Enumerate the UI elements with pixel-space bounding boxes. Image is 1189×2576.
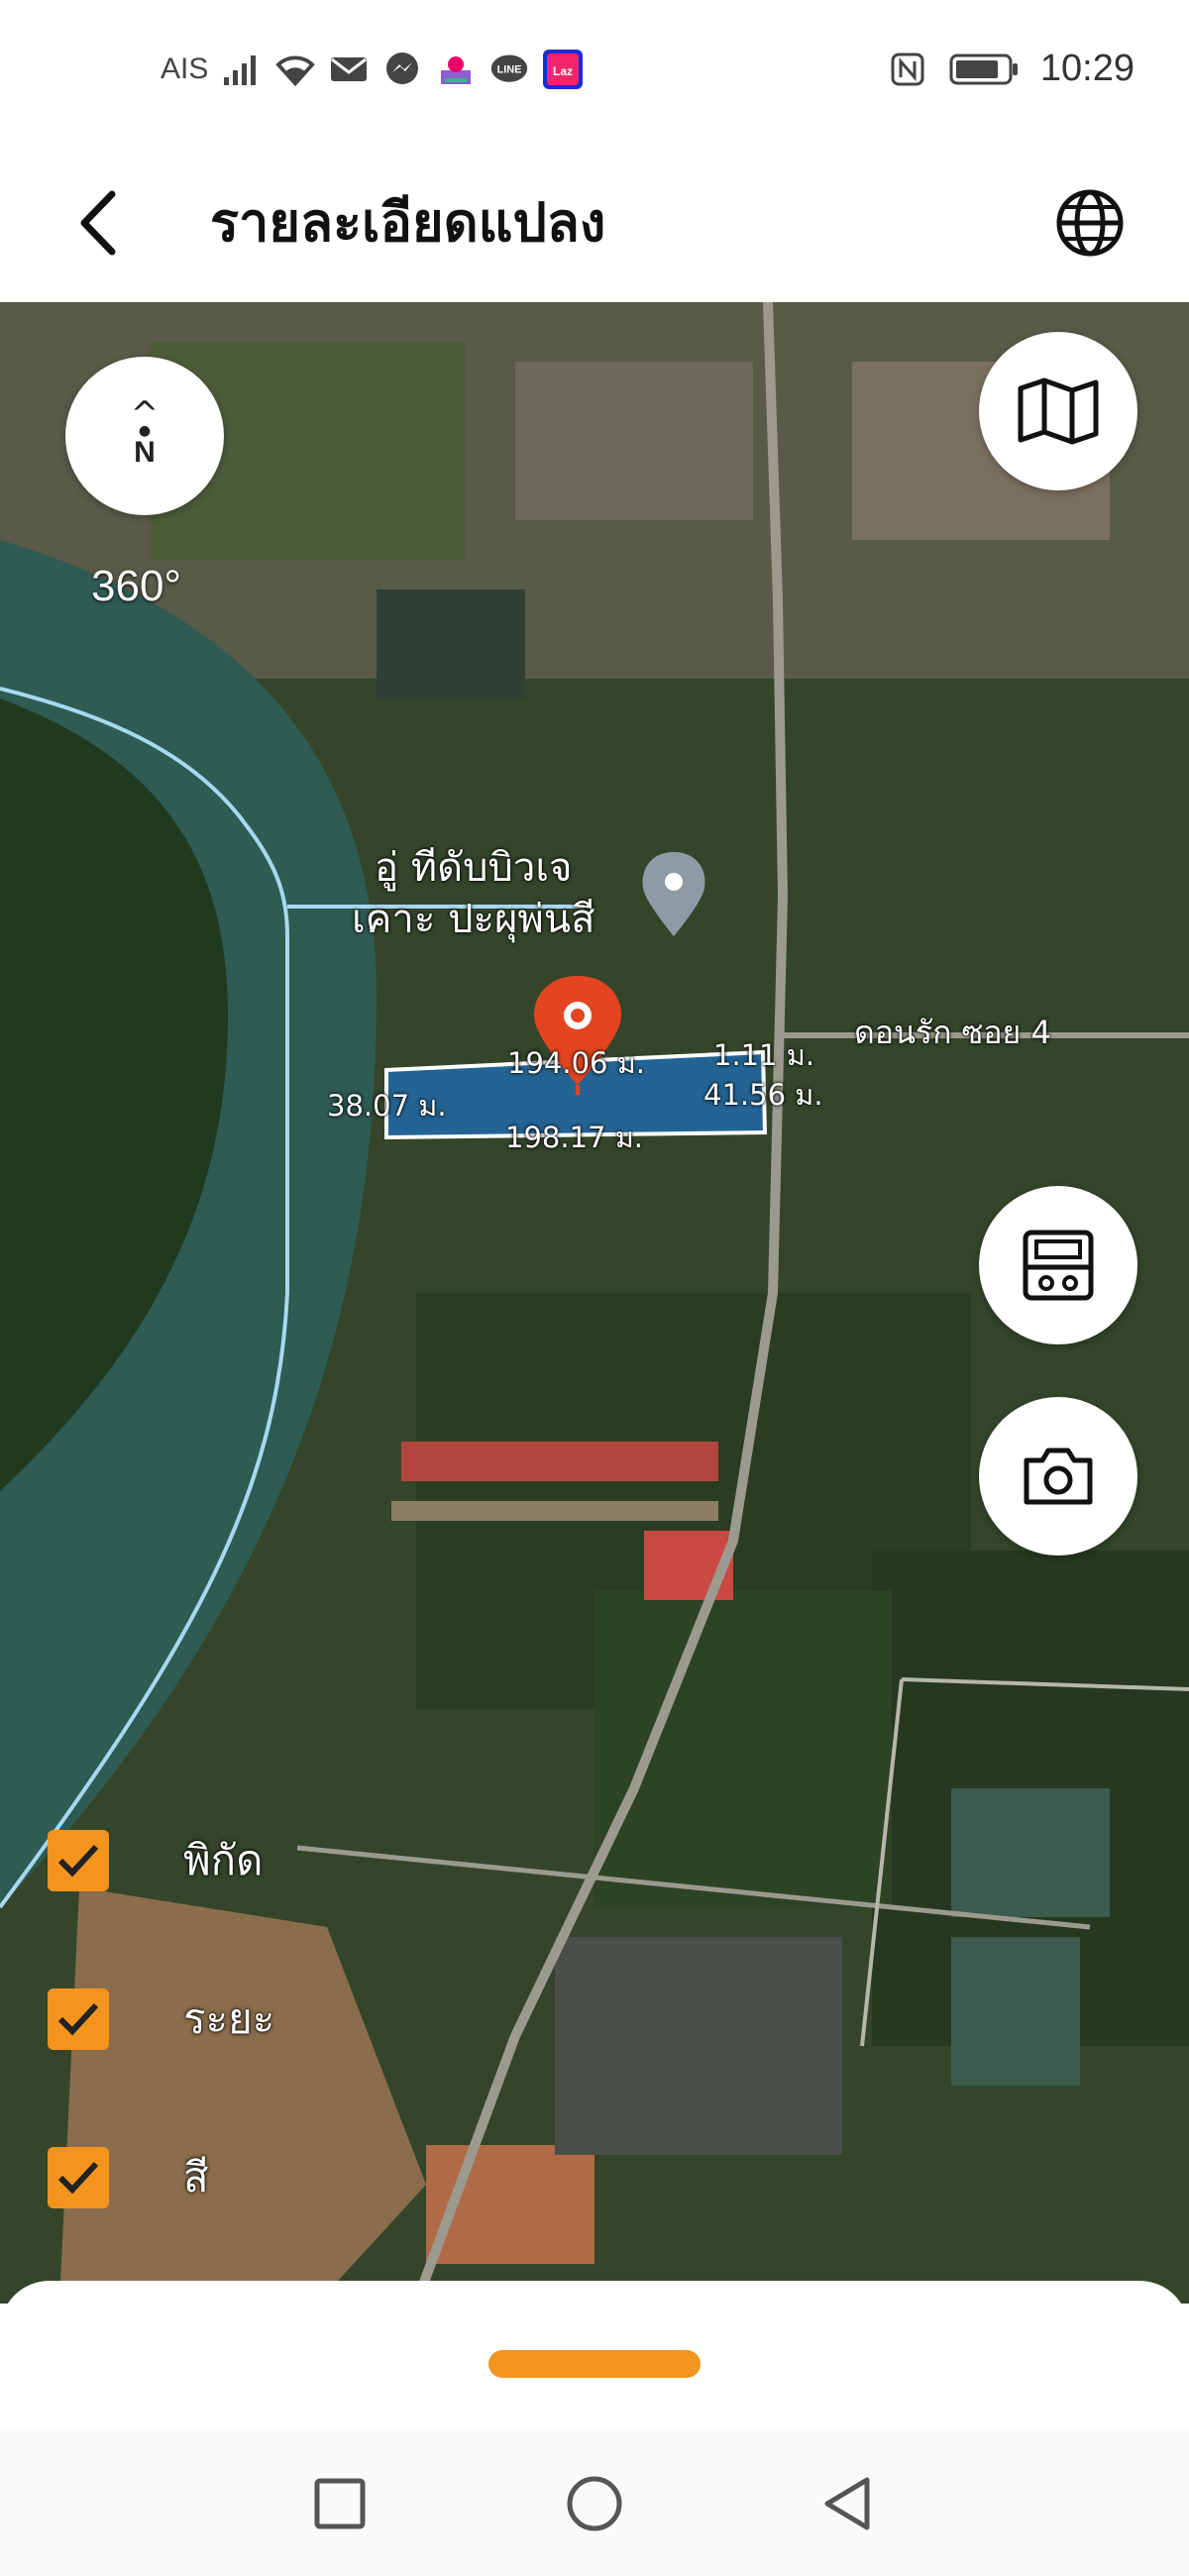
system-nav-bar [0,2429,1189,2576]
compass-button[interactable]: ^ ● N [65,357,224,515]
svg-text:Laz: Laz [553,64,573,78]
toggle-label: ระยะ [183,1994,275,2043]
chevron-left-icon [80,190,116,256]
clock: 10:29 [1039,48,1135,89]
nfc-icon [888,50,927,89]
recent-apps-button[interactable] [295,2459,384,2548]
home-button[interactable] [550,2459,639,2548]
place-label[interactable]: อู่ ทีดับบิวเจ เคาะ ปะผุพ่นสี [352,842,595,945]
checkbox-color[interactable] [48,2147,109,2208]
satellite-map[interactable]: อู่ ทีดับบิวเจ เคาะ ปะผุพ่นสี ดอนรัก ซอย… [0,302,1189,2304]
lazada-icon: Laz [543,50,584,89]
map-icon [1018,377,1099,445]
dimension-top: 194.06 ม. [507,1046,646,1080]
dimension-right: 41.56 ม. [703,1078,823,1112]
toggle-label: พิกัด [183,1836,264,1884]
checkmark-icon [57,2161,99,2195]
place-label-line2: เคาะ ปะผุพ่นสี [352,897,595,942]
save-icon [1023,1230,1094,1301]
status-right: 10:29 [888,48,1135,90]
triangle-back-icon [824,2477,870,2530]
back-button[interactable] [54,178,144,268]
language-button[interactable] [1040,173,1139,272]
carrier-label: AIS [161,53,209,85]
line-icon: LINE [489,50,529,89]
toggle-label: สี [183,2153,209,2201]
compass-dot-icon: ● [138,423,152,439]
globe-icon [1056,189,1124,257]
camera-button[interactable] [979,1397,1137,1556]
signal-icon [222,50,262,89]
map-type-button[interactable] [979,332,1137,490]
svg-text:LINE: LINE [497,64,522,76]
wifi-icon [275,50,316,89]
dimension-left: 38.07 ม. [327,1089,447,1123]
place-label-line1: อู่ ทีดับบิวเจ [375,845,573,891]
checkbox-coordinates[interactable] [48,1830,109,1891]
system-back-button[interactable] [803,2459,892,2548]
messenger-icon [382,50,422,89]
status-bar: AIS LINE Laz 10:29 [0,0,1189,144]
page-title: รายละเอียดแปลง [210,191,606,254]
road-label: ดอนรัก ซอย 4 [854,1014,1051,1051]
compass-north-label: N [134,436,156,469]
square-icon [314,2478,366,2529]
battery-icon [949,50,1019,89]
mail-icon [329,50,369,89]
app-icon [436,50,476,89]
app-header: รายละเอียดแปลง [0,144,1189,302]
checkmark-icon [57,2002,99,2036]
camera-icon [1024,1448,1093,1505]
bottom-sheet[interactable] [0,2281,1189,2429]
rotation-readout: 360° [91,562,182,610]
dimension-bottom: 198.17 ม. [505,1121,644,1154]
sheet-drag-handle[interactable] [488,2350,701,2378]
circle-icon [567,2476,622,2531]
toggle-color[interactable]: สี [48,2145,209,2210]
toggle-distance[interactable]: ระยะ [48,1986,274,2052]
status-left: AIS LINE Laz [161,50,584,89]
save-button[interactable] [979,1186,1137,1344]
checkbox-distance[interactable] [48,1988,109,2050]
toggle-coordinates[interactable]: พิกัด [48,1828,263,1893]
checkmark-icon [57,1844,99,1878]
